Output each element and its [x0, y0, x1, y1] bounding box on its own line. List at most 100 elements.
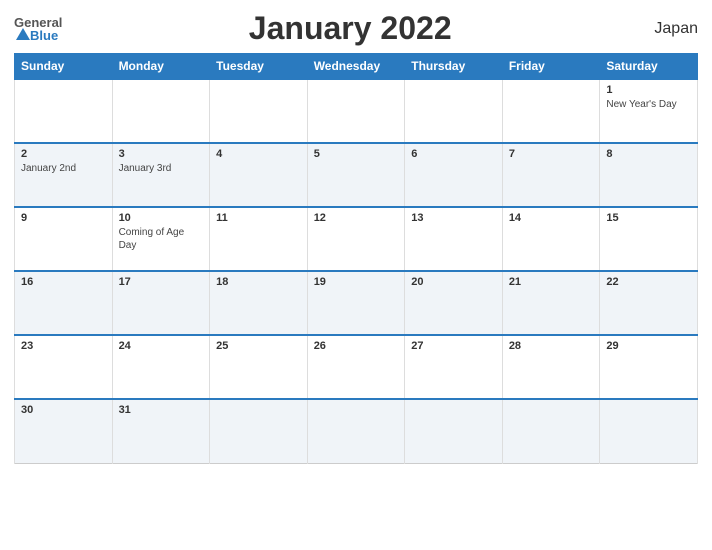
calendar-cell: 26 — [307, 335, 405, 399]
calendar-cell: 3 January 3rd — [112, 143, 210, 207]
calendar-cell: 11 — [210, 207, 308, 271]
calendar-cell: 23 — [15, 335, 113, 399]
day-number: 3 — [119, 148, 204, 160]
calendar-cell: 5 — [307, 143, 405, 207]
calendar-page: General Blue January 2022 Japan Sunday M… — [0, 0, 712, 550]
calendar-cell: 30 — [15, 399, 113, 463]
day-number: 29 — [606, 340, 691, 352]
calendar-cell: 4 — [210, 143, 308, 207]
calendar-cell — [112, 79, 210, 143]
day-number: 27 — [411, 340, 496, 352]
day-number: 4 — [216, 148, 301, 160]
calendar-cell — [307, 79, 405, 143]
calendar-cell: 13 — [405, 207, 503, 271]
day-number: 16 — [21, 276, 106, 288]
calendar-cell: 8 — [600, 143, 698, 207]
calendar-cell — [210, 79, 308, 143]
calendar-cell: 21 — [502, 271, 600, 335]
day-number: 20 — [411, 276, 496, 288]
logo-blue-text: Blue — [30, 29, 58, 42]
event-label: January 3rd — [119, 162, 204, 175]
calendar-cell: 27 — [405, 335, 503, 399]
calendar-cell: 6 — [405, 143, 503, 207]
calendar-cell: 20 — [405, 271, 503, 335]
calendar-table: Sunday Monday Tuesday Wednesday Thursday… — [14, 53, 698, 464]
calendar-week-row: 30 31 — [15, 399, 698, 463]
page-title: January 2022 — [62, 10, 638, 47]
day-number: 31 — [119, 404, 204, 416]
day-number: 18 — [216, 276, 301, 288]
calendar-cell — [600, 399, 698, 463]
day-number: 25 — [216, 340, 301, 352]
event-label: January 2nd — [21, 162, 106, 175]
calendar-cell — [502, 399, 600, 463]
calendar-cell: 25 — [210, 335, 308, 399]
calendar-week-row: 23 24 25 26 27 28 29 — [15, 335, 698, 399]
calendar-week-row: 16 17 18 19 20 21 22 — [15, 271, 698, 335]
calendar-cell — [15, 79, 113, 143]
col-friday: Friday — [502, 54, 600, 80]
day-number: 11 — [216, 212, 301, 224]
calendar-cell: 29 — [600, 335, 698, 399]
calendar-cell: 9 — [15, 207, 113, 271]
col-thursday: Thursday — [405, 54, 503, 80]
logo-general-text: General — [14, 16, 62, 29]
col-wednesday: Wednesday — [307, 54, 405, 80]
calendar-header-row: Sunday Monday Tuesday Wednesday Thursday… — [15, 54, 698, 80]
event-label: Coming of Age Day — [119, 226, 204, 252]
calendar-cell — [307, 399, 405, 463]
day-number: 12 — [314, 212, 399, 224]
calendar-cell: 12 — [307, 207, 405, 271]
day-number: 10 — [119, 212, 204, 224]
country-label: Japan — [638, 20, 698, 38]
calendar-week-row: 1 New Year's Day — [15, 79, 698, 143]
day-number: 13 — [411, 212, 496, 224]
calendar-cell: 2 January 2nd — [15, 143, 113, 207]
calendar-cell: 28 — [502, 335, 600, 399]
day-number: 23 — [21, 340, 106, 352]
calendar-cell: 16 — [15, 271, 113, 335]
event-label: New Year's Day — [606, 98, 691, 111]
day-number: 8 — [606, 148, 691, 160]
day-number: 15 — [606, 212, 691, 224]
calendar-cell: 10 Coming of Age Day — [112, 207, 210, 271]
calendar-cell — [405, 399, 503, 463]
day-number: 28 — [509, 340, 594, 352]
day-number: 7 — [509, 148, 594, 160]
calendar-cell: 14 — [502, 207, 600, 271]
calendar-cell: 18 — [210, 271, 308, 335]
col-monday: Monday — [112, 54, 210, 80]
col-tuesday: Tuesday — [210, 54, 308, 80]
calendar-cell: 17 — [112, 271, 210, 335]
calendar-cell: 1 New Year's Day — [600, 79, 698, 143]
calendar-cell: 22 — [600, 271, 698, 335]
day-number: 17 — [119, 276, 204, 288]
calendar-cell — [502, 79, 600, 143]
calendar-cell: 24 — [112, 335, 210, 399]
day-number: 19 — [314, 276, 399, 288]
day-number: 14 — [509, 212, 594, 224]
calendar-cell — [210, 399, 308, 463]
calendar-cell: 19 — [307, 271, 405, 335]
calendar-cell — [405, 79, 503, 143]
day-number: 24 — [119, 340, 204, 352]
calendar-week-row: 9 10 Coming of Age Day 11 12 13 14 15 — [15, 207, 698, 271]
day-number: 6 — [411, 148, 496, 160]
logo: General Blue — [14, 16, 62, 42]
day-number: 1 — [606, 84, 691, 96]
day-number: 9 — [21, 212, 106, 224]
day-number: 22 — [606, 276, 691, 288]
logo-triangle-icon — [16, 28, 30, 40]
day-number: 26 — [314, 340, 399, 352]
day-number: 30 — [21, 404, 106, 416]
col-sunday: Sunday — [15, 54, 113, 80]
page-header: General Blue January 2022 Japan — [14, 10, 698, 47]
col-saturday: Saturday — [600, 54, 698, 80]
day-number: 5 — [314, 148, 399, 160]
day-number: 21 — [509, 276, 594, 288]
calendar-cell: 7 — [502, 143, 600, 207]
calendar-cell: 31 — [112, 399, 210, 463]
day-number: 2 — [21, 148, 106, 160]
calendar-cell: 15 — [600, 207, 698, 271]
calendar-week-row: 2 January 2nd 3 January 3rd 4 56 78 — [15, 143, 698, 207]
